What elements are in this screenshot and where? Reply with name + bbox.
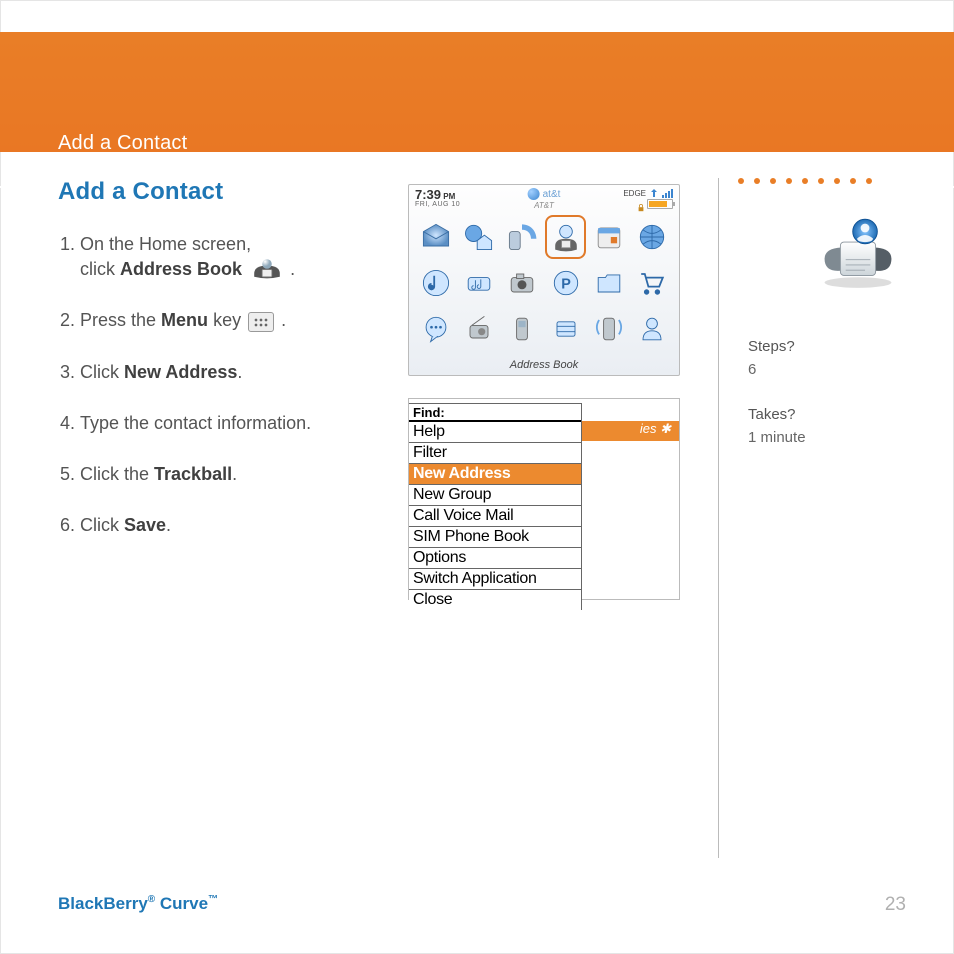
footer-brand: BlackBerry® Curve™	[58, 894, 218, 914]
signal-indicator: EDGE	[623, 188, 673, 198]
meta-steps: Steps? 6	[748, 336, 795, 381]
media-icon	[458, 261, 499, 305]
step-2-bold: Menu	[161, 310, 208, 330]
header-title: Add a Contact	[58, 132, 187, 155]
battery-icon	[647, 199, 673, 209]
menu-item-options: Options	[409, 548, 581, 569]
contact-card-icon	[814, 210, 902, 290]
camera-icon	[502, 261, 543, 305]
menu-item-switch-app: Switch Application	[409, 569, 581, 590]
step-5-bold: Trackball	[154, 464, 232, 484]
folder-icon	[588, 261, 629, 305]
parking-icon: P	[545, 261, 586, 305]
menu-key-icon	[248, 312, 274, 332]
step-3-bold: New Address	[124, 362, 237, 382]
settings-icon	[545, 307, 586, 351]
sidebar-divider	[718, 178, 719, 858]
device-icon-grid: P	[415, 215, 673, 351]
globe-mail-icon	[458, 215, 499, 259]
meta-takes: Takes? 1 minute	[748, 404, 806, 449]
document-page: Add a Contact Add a Contact On the Home …	[0, 0, 954, 954]
step-1-period: .	[290, 259, 295, 279]
menu-item-sim-phonebook: SIM Phone Book	[409, 527, 581, 548]
step-2: Press the Menu key .	[80, 308, 400, 333]
step-6-bold: Save	[124, 515, 166, 535]
menu-item-call-voicemail: Call Voice Mail	[409, 506, 581, 527]
music-icon	[415, 261, 456, 305]
mail-icon	[415, 215, 456, 259]
step-4: Type the contact information.	[80, 411, 400, 436]
step-2-text-a: Press the	[80, 310, 161, 330]
device-icon	[502, 307, 543, 351]
step-1-text-a: On the Home screen,	[80, 234, 251, 254]
menu-item-help: Help	[409, 422, 581, 443]
menu-find: Find:	[409, 404, 581, 422]
svg-text:P: P	[561, 276, 571, 292]
step-3: Click New Address.	[80, 360, 400, 385]
meta-takes-label: Takes?	[748, 404, 806, 427]
decorative-dots	[738, 178, 872, 184]
menu-item-new-group: New Group	[409, 485, 581, 506]
meta-steps-label: Steps?	[748, 336, 795, 359]
menu-item-new-address: New Address	[409, 464, 581, 485]
device-menu-screenshot: ies ✱ Find: Help Filter New Address New …	[408, 398, 680, 600]
step-5-text-a: Click the	[80, 464, 154, 484]
step-3-text-a: Click	[80, 362, 124, 382]
step-6: Click Save.	[80, 513, 400, 538]
person-icon	[632, 307, 673, 351]
address-book-icon	[251, 256, 283, 280]
menu-item-close: Close	[409, 590, 581, 610]
carrier-logo: at&t	[528, 188, 561, 200]
address-book-app-icon	[545, 215, 586, 259]
page-number: 23	[885, 894, 906, 916]
meta-steps-value: 6	[748, 359, 795, 382]
menu-item-filter: Filter	[409, 443, 581, 464]
step-5: Click the Trackball.	[80, 462, 400, 487]
lock-icon	[637, 199, 645, 207]
step-4-text: Type the contact information.	[80, 413, 311, 433]
step-2-period: .	[281, 310, 286, 330]
meta-takes-value: 1 minute	[748, 427, 806, 450]
browser-icon	[632, 215, 673, 259]
radio-icon	[458, 307, 499, 351]
step-1: On the Home screen, click Address Book .	[80, 232, 400, 282]
phone-icon	[502, 215, 543, 259]
cart-icon	[632, 261, 673, 305]
step-2-text-b: key	[213, 310, 246, 330]
device-date: FRI, AUG 10	[415, 201, 460, 208]
step-6-text-a: Click	[80, 515, 124, 535]
header-band: Add a Contact	[0, 34, 954, 152]
device-clock: 7:39 PM	[415, 188, 460, 201]
step-1-text-b: click	[80, 259, 120, 279]
calendar-icon	[588, 215, 629, 259]
menu-list: Find: Help Filter New Address New Group …	[409, 403, 582, 610]
signal-app-icon	[588, 307, 629, 351]
device-caption: Address Book	[409, 359, 679, 371]
im-icon	[415, 307, 456, 351]
step-1-bold: Address Book	[120, 259, 242, 279]
carrier-sub: AT&T	[534, 201, 554, 210]
device-home-screenshot: 7:39 PM FRI, AUG 10 at&t AT&T EDGE P	[408, 184, 680, 376]
